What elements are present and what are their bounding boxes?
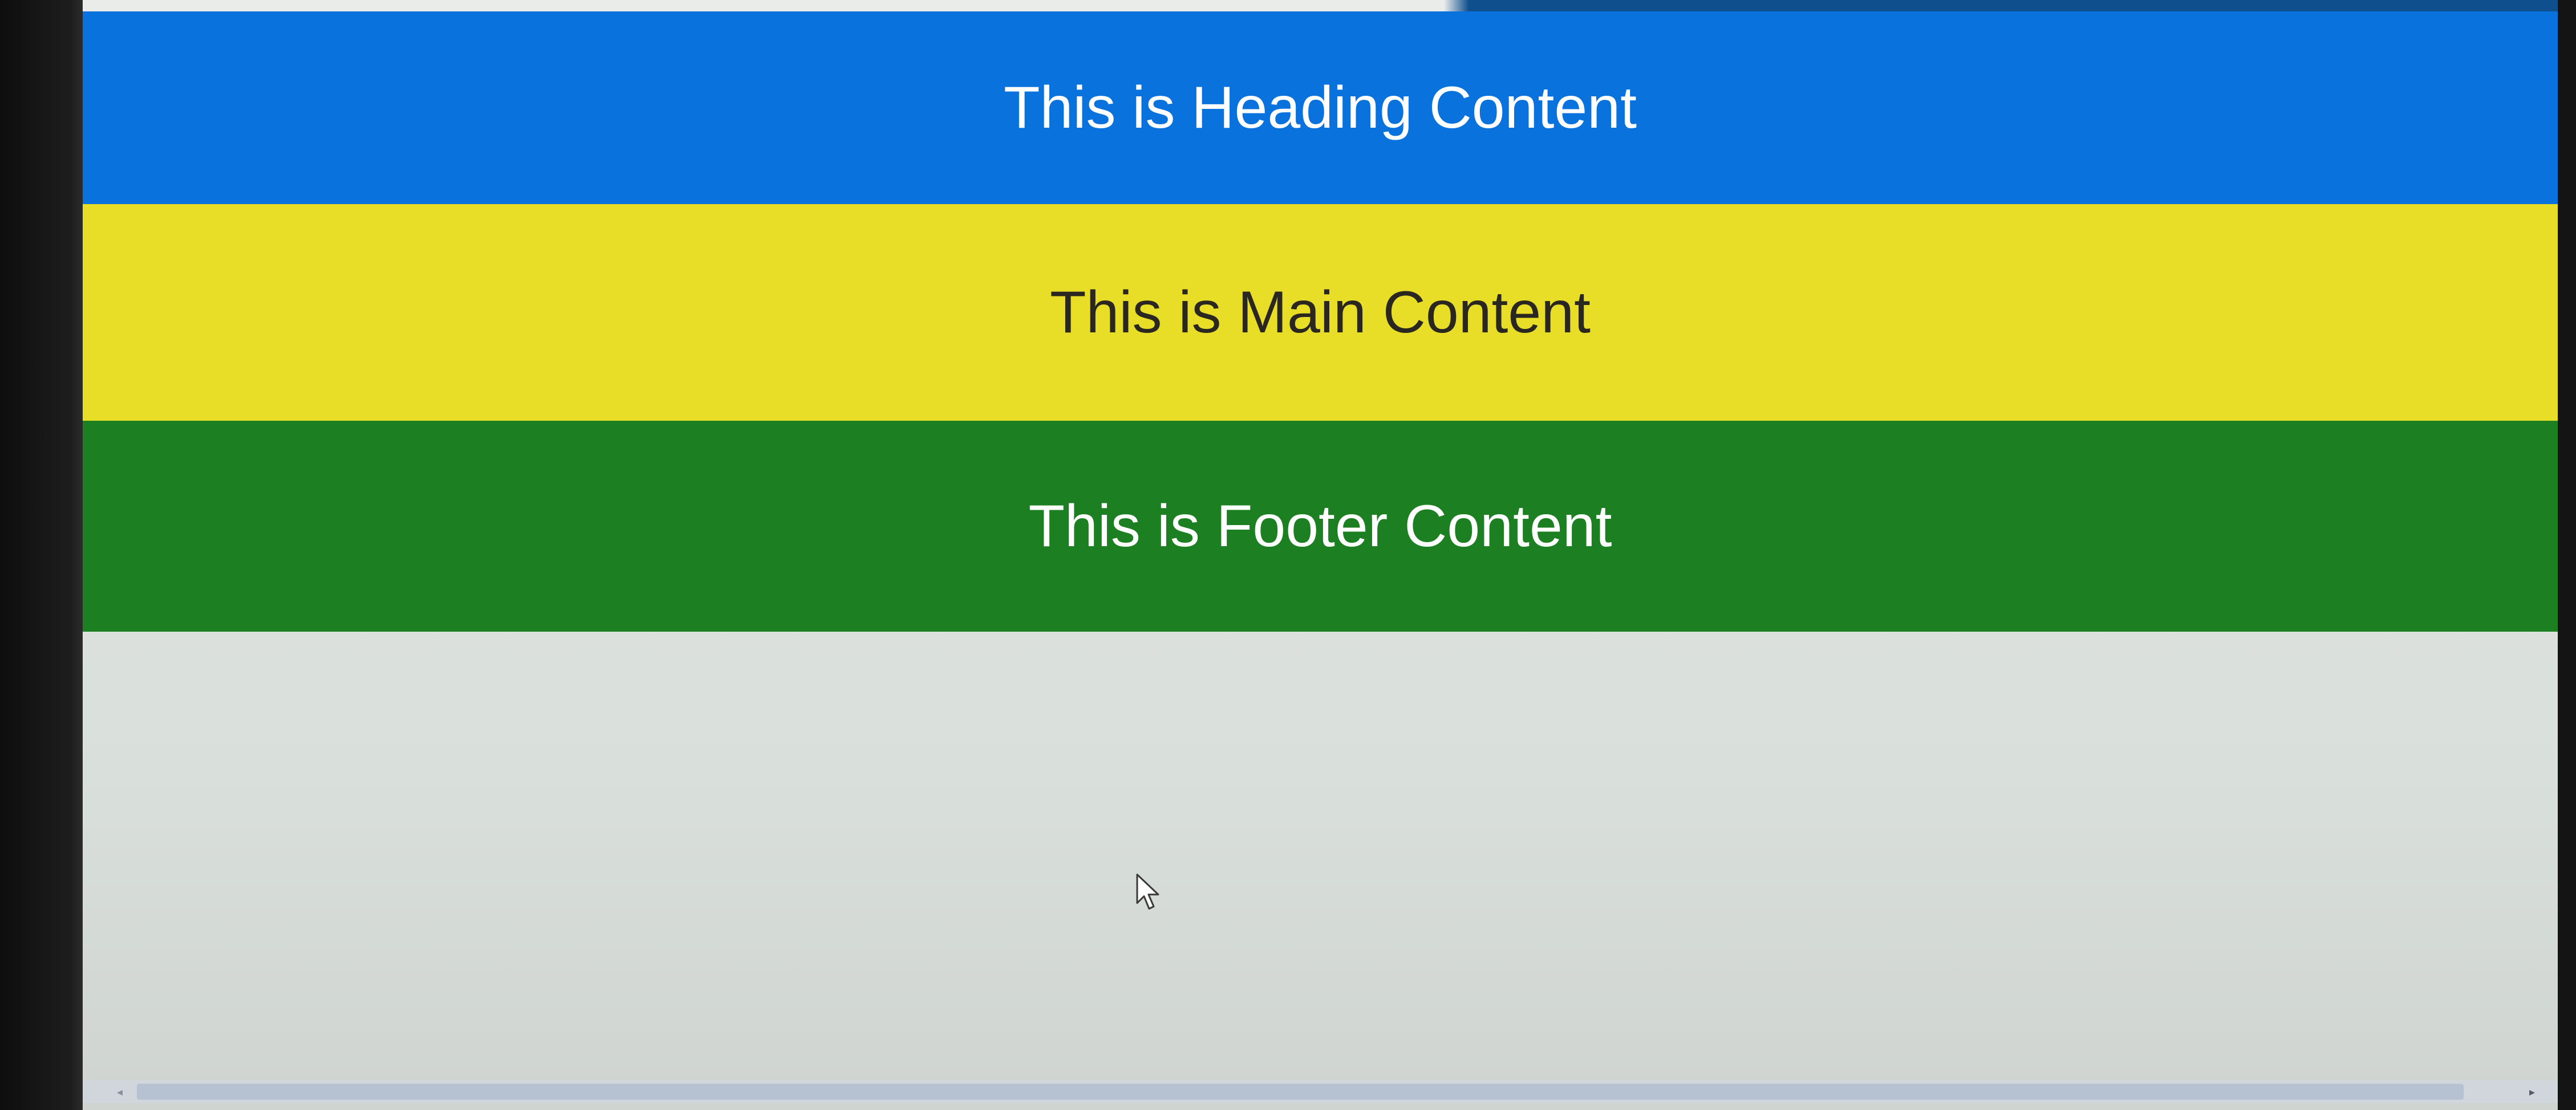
monitor-bezel-right bbox=[2558, 0, 2576, 1110]
main-section: This is Main Content bbox=[83, 204, 2558, 421]
window-top-edge bbox=[83, 0, 2558, 11]
main-text: This is Main Content bbox=[1050, 279, 1591, 345]
heading-section: This is Heading Content bbox=[83, 11, 2558, 204]
horizontal-scrollbar[interactable]: ◂ ▸ bbox=[83, 1080, 2558, 1103]
heading-text: This is Heading Content bbox=[1004, 74, 1637, 141]
scroll-left-arrow-icon[interactable]: ◂ bbox=[111, 1080, 128, 1103]
scroll-right-arrow-icon[interactable]: ▸ bbox=[2524, 1080, 2541, 1103]
monitor-bezel-left bbox=[0, 0, 83, 1110]
browser-viewport: This is Heading Content This is Main Con… bbox=[83, 0, 2558, 1110]
footer-text: This is Footer Content bbox=[1028, 493, 1612, 559]
scrollbar-thumb[interactable] bbox=[137, 1084, 2464, 1100]
footer-section: This is Footer Content bbox=[83, 421, 2558, 632]
mouse-pointer-icon bbox=[1136, 873, 1159, 910]
